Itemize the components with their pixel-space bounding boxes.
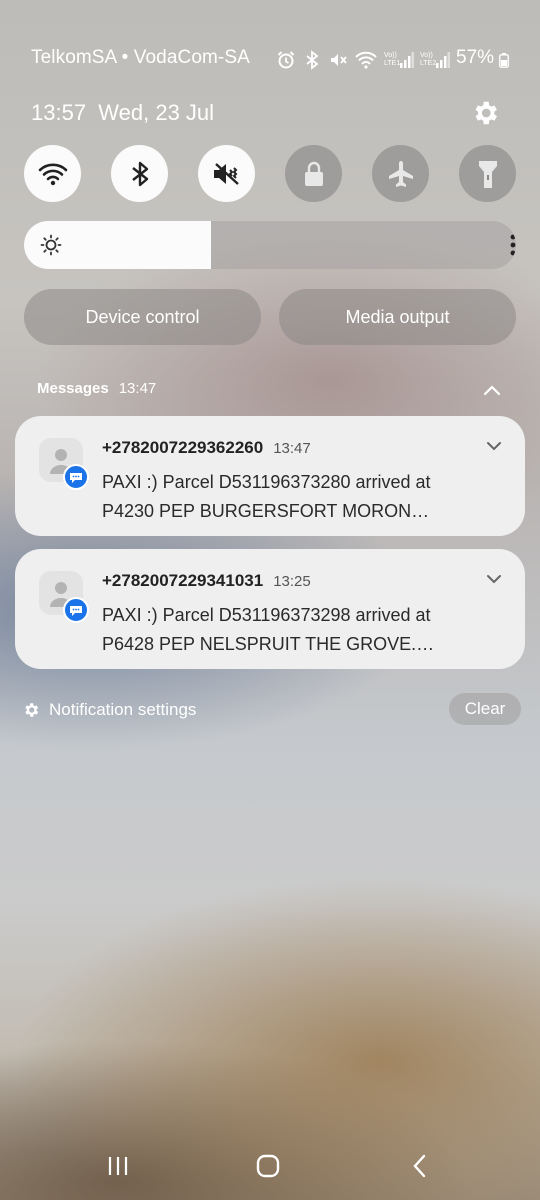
messages-badge-icon [63,464,89,490]
signal-lte2-icon: Vo)) LTE2 [420,52,450,68]
carrier-label: TelkomSA • VodaCom-SA [31,47,250,68]
quick-settings-row [24,145,516,203]
more-options-icon[interactable] [502,233,516,257]
notification-card[interactable]: +2782007229341031 13:25 PAXI :) Parcel D5… [15,549,525,669]
back-icon [413,1154,426,1178]
status-icons: Vo)) LTE1 Vo)) LTE2 [276,47,450,73]
messages-badge-icon [63,597,89,623]
alarm-icon [277,51,295,69]
battery-percent: 57% [456,47,495,68]
notification-body: PAXI :) Parcel D531196373298 arrived at … [102,605,435,654]
bluetooth-icon [306,50,319,70]
settings-gear-icon[interactable] [470,98,500,128]
media-output-button[interactable]: Media output [279,289,516,345]
wifi-icon [38,163,67,185]
recents-button[interactable] [98,1150,138,1182]
quick-tile-flashlight[interactable] [459,145,516,202]
brightness-sun-icon [40,234,62,256]
gear-icon [25,703,39,717]
notification-body: PAXI :) Parcel D531196373280 arrived at … [102,472,431,521]
clear-button[interactable]: Clear [449,693,521,725]
lte2-label: Vo)) LTE2 [420,52,437,67]
messages-group-header: Messages 13:47 [37,380,156,397]
chevron-up-icon[interactable] [481,380,503,400]
date-time: 13:57 Wed, 23 Jul [31,100,215,125]
lock-icon [304,161,323,186]
status-bar: TelkomSA • VodaCom-SA Vo)) LTE1 Vo)) LTE… [0,44,540,76]
recents-icon [108,1157,128,1175]
home-icon [256,1154,280,1178]
brightness-slider[interactable] [24,221,516,269]
quick-tile-bluetooth[interactable] [111,145,168,202]
chevron-down-icon[interactable] [483,569,505,589]
sender-number: +2782007229362260 [102,438,264,457]
device-control-button[interactable]: Device control [24,289,261,345]
notification-time: 13:25 [273,573,311,590]
notification-sender: +2782007229362260 13:47 [102,438,311,458]
quick-tile-sound[interactable] [198,145,255,202]
navigation-bar [0,1140,540,1190]
bluetooth-icon [131,161,148,186]
signal-lte1-icon: Vo)) LTE1 [384,52,414,68]
notification-time: 13:47 [273,440,311,457]
battery-icon [499,53,509,68]
home-button[interactable] [248,1150,288,1182]
back-button[interactable] [400,1150,440,1182]
wifi-icon [355,51,377,69]
mute-icon [213,162,239,185]
notification-settings-label: Notification settings [49,700,197,719]
notification-card[interactable]: +2782007229362260 13:47 PAXI :) Parcel D5… [15,416,525,536]
sender-number: +2782007229341031 [102,571,264,590]
airplane-icon [388,160,413,187]
quick-tile-airplane[interactable] [372,145,429,202]
mute-icon [331,54,347,66]
notification-sender: +2782007229341031 13:25 [102,571,311,591]
messages-group-time: 13:47 [118,380,157,397]
notification-settings-button[interactable]: Notification settings [22,697,196,723]
flashlight-icon [478,160,497,188]
chevron-down-icon[interactable] [483,436,505,456]
quick-tile-rotation-lock[interactable] [285,145,342,202]
messages-app-name: Messages [37,380,109,397]
quick-tile-wifi[interactable] [24,145,81,202]
lte1-label: Vo)) LTE1 [384,52,401,67]
